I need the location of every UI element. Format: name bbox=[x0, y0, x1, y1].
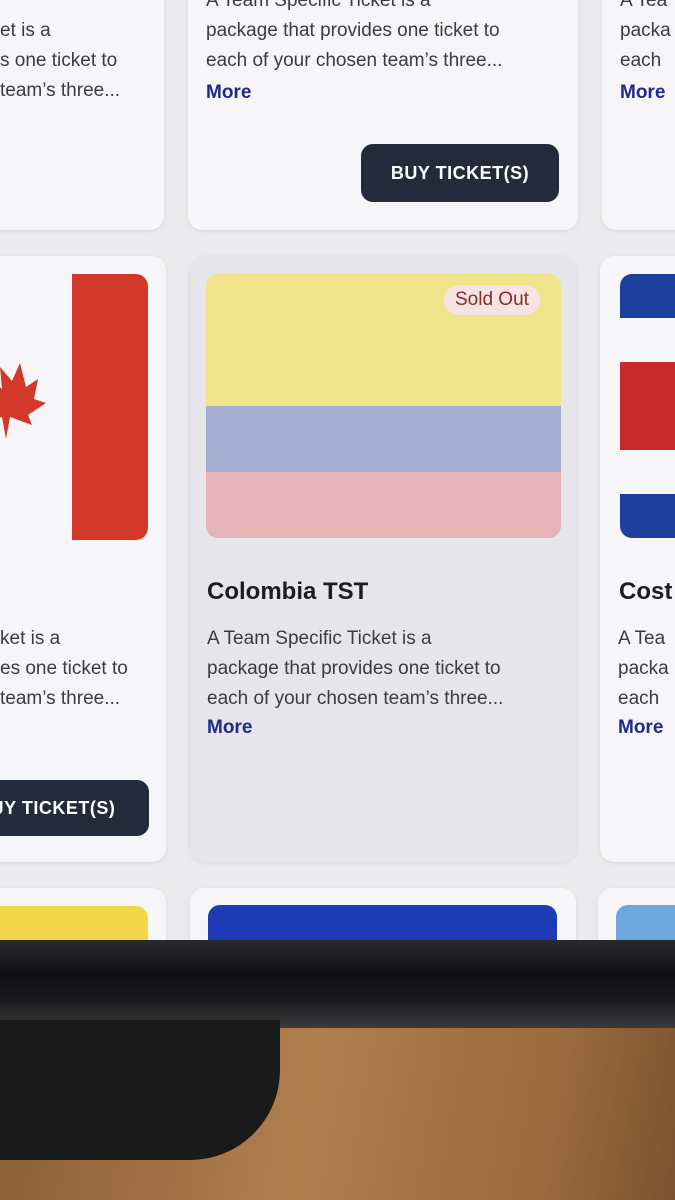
more-link[interactable]: More bbox=[620, 82, 665, 104]
ticket-card-bottom-left bbox=[0, 888, 166, 945]
card-description: A Team Specific Ticket is a package that… bbox=[207, 624, 503, 714]
desc-line: each bbox=[618, 688, 660, 709]
card-description: ket is a es one ticket to team’s three..… bbox=[0, 624, 128, 714]
desc-line: each of your chosen team’s three... bbox=[207, 688, 504, 709]
card-title: Colombia TST bbox=[207, 578, 369, 605]
ticket-card-canada: ket is a es one ticket to team’s three..… bbox=[0, 256, 166, 862]
desc-line: s one ticket to bbox=[0, 50, 118, 71]
desc-line: et is a bbox=[0, 20, 51, 41]
flag-icon bbox=[616, 905, 675, 945]
leather-case bbox=[0, 1020, 280, 1160]
desc-line: team’s three... bbox=[0, 80, 121, 101]
ticket-card-top-right: A Tea packa each More bbox=[602, 0, 675, 230]
desc-line: A Tea bbox=[620, 0, 668, 11]
canada-flag-icon bbox=[0, 274, 148, 540]
card-description: A Team Specific Ticket is a package that… bbox=[206, 0, 502, 76]
desc-line: packa bbox=[620, 20, 671, 41]
sold-out-badge: Sold Out bbox=[444, 285, 540, 315]
screen: et is a s one ticket to team’s three... … bbox=[0, 0, 675, 945]
buy-tickets-button[interactable]: BUY TICKET(S) bbox=[361, 144, 559, 202]
ticket-card-bottom-mid bbox=[190, 888, 576, 945]
ticket-card-bottom-right bbox=[598, 888, 675, 945]
desc-line: each of your chosen team’s three... bbox=[206, 50, 503, 71]
more-link[interactable]: More bbox=[207, 717, 252, 739]
desc-line: A Tea bbox=[618, 628, 666, 649]
flag-icon bbox=[208, 905, 557, 945]
device-bezel bbox=[0, 940, 675, 1028]
ticket-card-colombia: Sold Out Colombia TST A Team Specific Ti… bbox=[190, 256, 576, 862]
more-link[interactable]: More bbox=[618, 717, 663, 739]
desc-line: packa bbox=[618, 658, 669, 679]
desc-line: package that provides one ticket to bbox=[207, 658, 501, 679]
desc-line: each bbox=[620, 50, 662, 71]
card-description: A Tea packa each bbox=[618, 624, 669, 714]
costa-rica-flag-icon bbox=[620, 274, 675, 538]
desc-line: es one ticket to bbox=[0, 658, 128, 679]
desc-line: A Team Specific Ticket is a bbox=[207, 628, 432, 649]
desc-line: A Team Specific Ticket is a bbox=[206, 0, 431, 11]
ticket-card-top-mid: A Team Specific Ticket is a package that… bbox=[188, 0, 578, 230]
ticket-card-costa-rica: Cost A Tea packa each More bbox=[600, 256, 675, 862]
buy-tickets-button[interactable]: JY TICKET(S) bbox=[0, 780, 149, 836]
desc-line: team’s three... bbox=[0, 688, 121, 709]
card-title: Cost bbox=[619, 578, 673, 605]
desc-line: package that provides one ticket to bbox=[206, 20, 500, 41]
card-description: A Tea packa each bbox=[620, 0, 671, 76]
more-link[interactable]: More bbox=[206, 82, 251, 104]
desc-line: ket is a bbox=[0, 628, 61, 649]
card-description: et is a s one ticket to team’s three... bbox=[0, 16, 120, 106]
ticket-card-top-left: et is a s one ticket to team’s three... bbox=[0, 0, 164, 230]
